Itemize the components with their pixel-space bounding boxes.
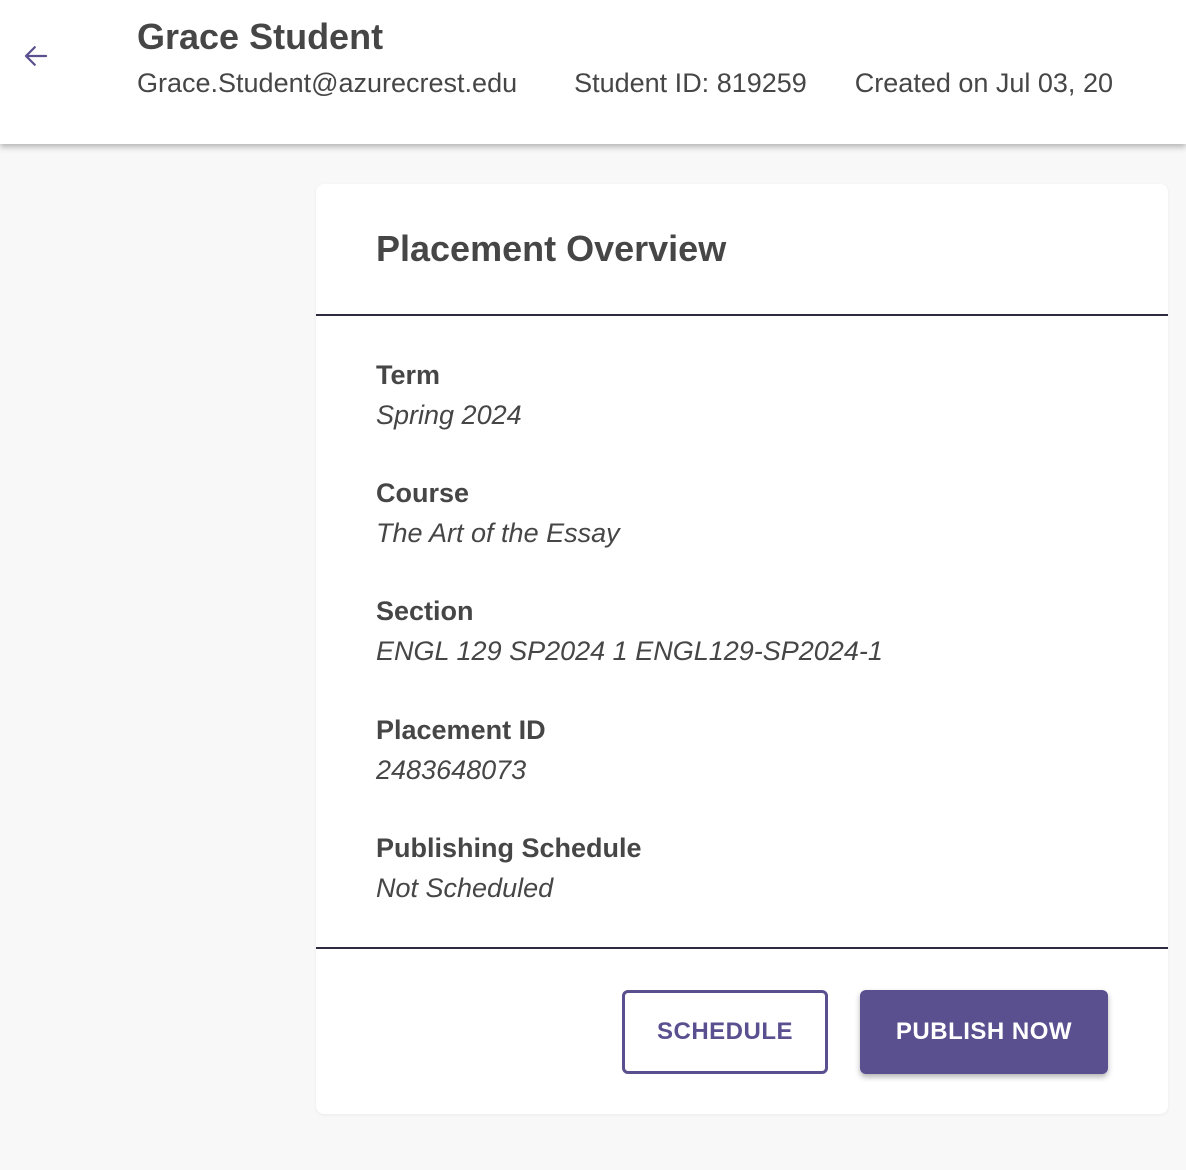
student-name: Grace Student: [137, 16, 384, 57]
student-header: Grace Student Grace.Student@azurecrest.e…: [0, 0, 1186, 144]
field-publishing-schedule: Publishing Schedule Not Scheduled: [376, 831, 642, 907]
field-label: Course: [376, 478, 470, 508]
student-email: Grace.Student@azurecrest.edu: [137, 68, 518, 98]
field-value: Spring 2024: [376, 400, 522, 430]
field-placement-id: Placement ID 2483648073: [376, 713, 546, 789]
back-button[interactable]: [16, 36, 56, 76]
card-title: Placement Overview: [376, 228, 727, 269]
field-value: ENGL 129 SP2024 1 ENGL129-SP2024-1: [376, 636, 883, 666]
field-course: Course The Art of the Essay: [376, 476, 620, 552]
field-section: Section ENGL 129 SP2024 1 ENGL129-SP2024…: [376, 594, 883, 670]
footer-divider: [316, 947, 1168, 949]
header-divider: [316, 314, 1168, 316]
arrow-left-icon: [24, 46, 48, 66]
student-id: Student ID: 819259: [574, 68, 807, 98]
publish-now-button[interactable]: PUBLISH NOW: [860, 990, 1108, 1074]
field-label: Placement ID: [376, 715, 546, 745]
field-label: Section: [376, 596, 474, 626]
field-label: Publishing Schedule: [376, 833, 642, 863]
schedule-button[interactable]: SCHEDULE: [622, 990, 828, 1074]
field-value: The Art of the Essay: [376, 518, 620, 548]
field-term: Term Spring 2024: [376, 358, 522, 434]
field-label: Term: [376, 360, 441, 390]
placement-overview-card: Placement Overview Term Spring 2024 Cour…: [316, 184, 1168, 1114]
field-value: Not Scheduled: [376, 873, 554, 903]
field-value: 2483648073: [376, 755, 527, 785]
student-meta: Grace.Student@azurecrest.edu Student ID: …: [137, 66, 1113, 100]
created-date: Created on Jul 03, 20: [854, 68, 1113, 98]
